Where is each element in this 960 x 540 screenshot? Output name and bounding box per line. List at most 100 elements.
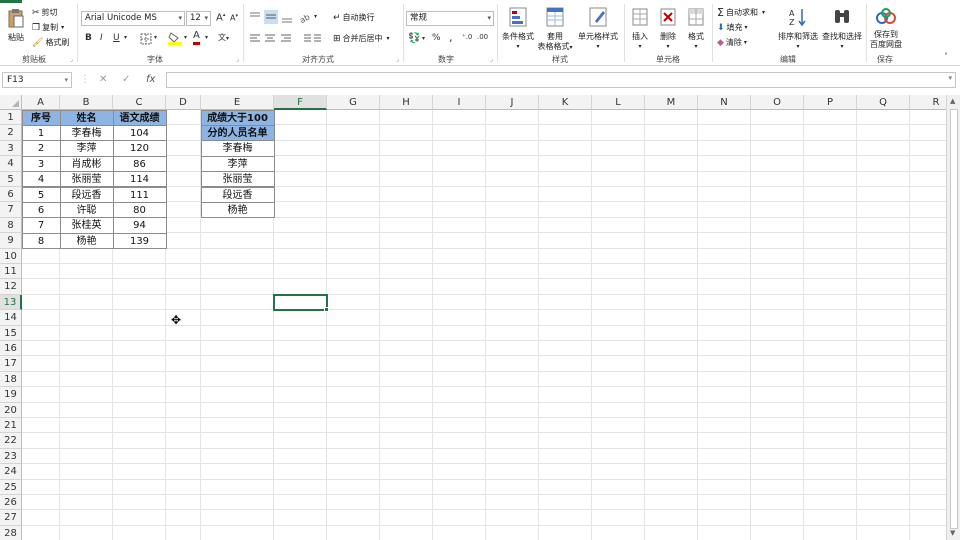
merge-center-button[interactable]: ⊞ 合并后居中 ▾ — [333, 33, 390, 44]
column-header-m[interactable]: M — [645, 95, 698, 110]
cancel-icon[interactable]: ✕ — [99, 74, 107, 85]
row-header-23[interactable]: 23 — [0, 448, 22, 465]
wrap-text-button[interactable]: ↵ 自动换行 — [333, 12, 375, 23]
filter-header-cell[interactable]: 成绩大于100 — [200, 109, 275, 126]
table-header-cell[interactable]: 姓名 — [59, 109, 114, 126]
table-cell[interactable]: 段远香 — [59, 186, 114, 203]
row-header-7[interactable]: 7 — [0, 202, 22, 218]
table-cell[interactable]: 80 — [112, 201, 167, 219]
row-header-4[interactable]: 4 — [0, 156, 22, 172]
font-size-combo[interactable]: 12 ▾ — [186, 11, 211, 26]
filtered-name-cell[interactable]: 杨艳 — [200, 201, 275, 219]
column-header-d[interactable]: D — [166, 95, 201, 110]
name-box[interactable]: F13 ▾ — [2, 72, 72, 88]
cell-styles-button[interactable]: 单元格样式 ▾ — [576, 7, 620, 52]
column-header-f[interactable]: F — [274, 95, 327, 110]
column-header-g[interactable]: G — [327, 95, 380, 110]
vertical-scrollbar[interactable]: ▲ ▼ — [946, 95, 960, 540]
column-header-e[interactable]: E — [201, 95, 274, 110]
table-cell[interactable]: 许聪 — [59, 201, 114, 219]
column-header-j[interactable]: J — [486, 95, 539, 110]
dialog-launcher-icon[interactable]: ⌟ — [490, 56, 493, 63]
table-cell[interactable]: 2 — [21, 140, 61, 157]
row-header-21[interactable]: 21 — [0, 418, 22, 434]
row-header-2[interactable]: 2 — [0, 125, 22, 141]
table-cell[interactable]: 肖成彬 — [59, 155, 114, 173]
row-header-12[interactable]: 12 — [0, 279, 22, 295]
filtered-name-cell[interactable]: 李萍 — [200, 155, 275, 173]
scroll-up-icon[interactable]: ▲ — [950, 97, 955, 105]
row-header-15[interactable]: 15 — [0, 325, 22, 341]
grow-font-button[interactable]: A▴ — [216, 12, 225, 23]
column-header-o[interactable]: O — [751, 95, 804, 110]
table-cell[interactable]: 5 — [21, 186, 61, 203]
row-header-16[interactable]: 16 — [0, 341, 22, 357]
chevron-down-icon[interactable]: ▾ — [184, 34, 187, 41]
cut-button[interactable]: ✂ 剪切 — [32, 7, 58, 18]
clear-button[interactable]: ◆ 清除 ▾ — [717, 37, 747, 48]
find-select-button[interactable]: 查找和选择 ▾ — [820, 7, 864, 52]
underline-button[interactable]: U — [113, 33, 120, 43]
table-cell[interactable]: 杨艳 — [59, 232, 114, 250]
enter-icon[interactable]: ✓ — [122, 74, 130, 85]
row-header-10[interactable]: 10 — [0, 248, 22, 264]
chevron-down-icon[interactable]: ▾ — [314, 13, 317, 20]
formula-input[interactable]: ▾ — [166, 72, 956, 88]
insert-function-icon[interactable]: fx — [146, 74, 155, 85]
format-as-table-button[interactable]: 套用 表格格式▾ — [536, 7, 574, 53]
row-header-8[interactable]: 8 — [0, 217, 22, 234]
row-header-19[interactable]: 19 — [0, 387, 22, 403]
bold-button[interactable]: B — [85, 33, 92, 43]
vertical-align-icons[interactable] — [249, 10, 295, 24]
chevron-down-icon[interactable]: ▾ — [124, 34, 127, 41]
row-header-28[interactable]: 28 — [0, 525, 22, 540]
fill-button[interactable]: ⬇ 填充 ▾ — [717, 22, 748, 33]
scroll-thumb[interactable] — [950, 109, 958, 529]
orientation-icon[interactable]: ab — [299, 11, 313, 23]
table-cell[interactable]: 104 — [112, 124, 167, 142]
table-cell[interactable]: 6 — [21, 201, 61, 219]
row-header-6[interactable]: 6 — [0, 187, 22, 203]
column-header-h[interactable]: H — [380, 95, 433, 110]
font-color-button[interactable]: A — [193, 30, 200, 45]
border-icon[interactable] — [140, 33, 152, 45]
active-cell-border[interactable] — [273, 293, 328, 312]
row-header-18[interactable]: 18 — [0, 371, 22, 388]
horizontal-align-icons[interactable] — [249, 33, 295, 45]
table-cell[interactable]: 李萍 — [59, 140, 114, 157]
table-cell[interactable]: 94 — [112, 217, 167, 234]
format-button[interactable]: 格式 ▾ — [683, 7, 709, 52]
select-all-button[interactable] — [0, 95, 22, 110]
row-header-3[interactable]: 3 — [0, 140, 22, 157]
font-name-combo[interactable]: Arial Unicode MS ▾ — [81, 11, 185, 26]
column-header-c[interactable]: C — [113, 95, 166, 110]
dialog-launcher-icon[interactable]: ⌟ — [236, 56, 239, 63]
row-header-17[interactable]: 17 — [0, 356, 22, 372]
save-to-baidu-button[interactable]: 保存到 百度网盘 — [868, 7, 904, 50]
table-cell[interactable]: 4 — [21, 171, 61, 188]
delete-button[interactable]: 删除 ▾ — [655, 7, 681, 52]
dialog-launcher-icon[interactable]: ⌟ — [396, 56, 399, 63]
table-cell[interactable]: 111 — [112, 186, 167, 203]
column-header-q[interactable]: Q — [857, 95, 910, 110]
table-cell[interactable]: 1 — [21, 124, 61, 142]
italic-button[interactable]: I — [100, 33, 103, 43]
table-cell[interactable]: 8 — [21, 232, 61, 250]
table-cell[interactable]: 张桂英 — [59, 217, 114, 234]
decrease-decimal-icon[interactable]: .00 — [477, 33, 488, 41]
filtered-name-cell[interactable]: 张丽莹 — [200, 171, 275, 188]
table-header-cell[interactable]: 序号 — [21, 109, 61, 126]
number-format-combo[interactable]: 常规 ▾ — [406, 11, 494, 26]
fill-handle[interactable] — [324, 307, 329, 313]
column-header-i[interactable]: I — [433, 95, 486, 110]
table-cell[interactable]: 139 — [112, 232, 167, 250]
row-header-11[interactable]: 11 — [0, 264, 22, 280]
row-header-25[interactable]: 25 — [0, 479, 22, 495]
column-header-p[interactable]: P — [804, 95, 857, 110]
chevron-down-icon[interactable]: ▾ — [205, 34, 208, 41]
autosum-button[interactable]: Σ 自动求和 ▾ — [717, 6, 765, 19]
insert-button[interactable]: 插入 ▾ — [627, 7, 653, 52]
filter-header-cell[interactable]: 分的人员名单 — [200, 124, 275, 142]
row-header-5[interactable]: 5 — [0, 171, 22, 187]
row-header-13[interactable]: 13 — [0, 294, 22, 311]
